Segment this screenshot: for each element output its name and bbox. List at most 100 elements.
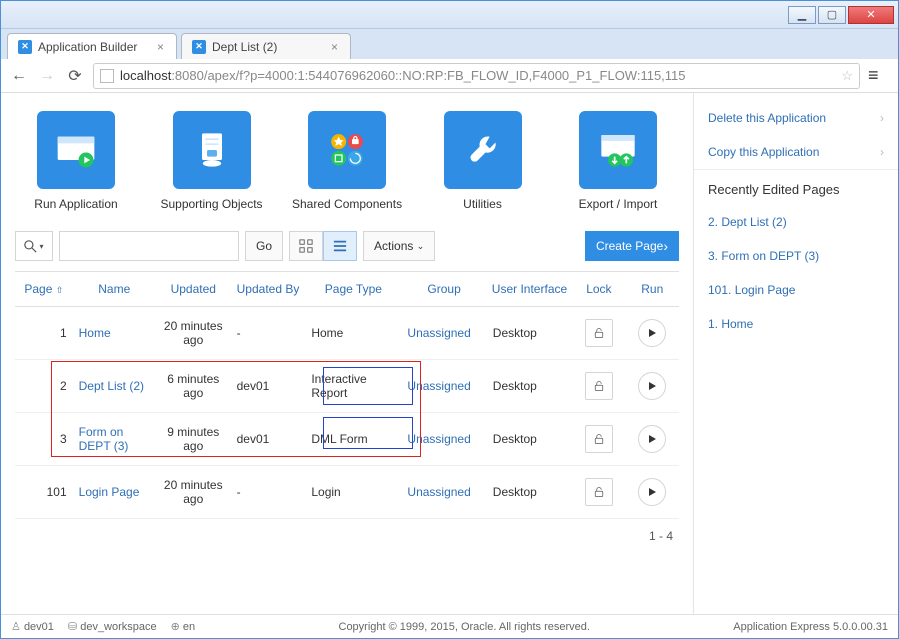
url-input[interactable]: localhost:8080/apex/f?p=4000:1:544076962… bbox=[93, 63, 860, 89]
cell-lock bbox=[572, 466, 625, 519]
run-page-button[interactable] bbox=[638, 478, 666, 506]
cell-updated-by: - bbox=[231, 307, 306, 360]
view-report-button[interactable] bbox=[323, 231, 357, 261]
cell-ui: Desktop bbox=[487, 466, 572, 519]
tile-label: Export / Import bbox=[563, 197, 673, 211]
footer-copyright: Copyright © 1999, 2015, Oracle. All righ… bbox=[339, 621, 590, 633]
lock-button[interactable] bbox=[585, 425, 613, 453]
cell-page: 2 bbox=[15, 360, 73, 413]
view-toggle bbox=[289, 231, 357, 261]
search-input[interactable] bbox=[59, 231, 239, 261]
lock-button[interactable] bbox=[585, 319, 613, 347]
tile-run-application[interactable]: Run Application bbox=[21, 111, 131, 211]
tab-close-icon[interactable]: × bbox=[329, 40, 340, 54]
side-recent-item[interactable]: 3. Form on DEPT (3) bbox=[694, 239, 898, 273]
lock-button[interactable] bbox=[585, 372, 613, 400]
page-toolbar: ▾ Go Actions ⌄ Create Page bbox=[15, 231, 679, 261]
search-icon bbox=[24, 240, 37, 253]
side-panel: Delete this Application› Copy this Appli… bbox=[693, 93, 898, 614]
col-user-interface[interactable]: User Interface bbox=[487, 272, 572, 307]
nav-forward-button[interactable]: → bbox=[37, 66, 57, 86]
tab-favicon: ✕ bbox=[192, 40, 206, 54]
tile-label: Shared Components bbox=[292, 197, 402, 211]
col-group[interactable]: Group bbox=[401, 272, 486, 307]
window-minimize-button[interactable]: ▁ bbox=[788, 6, 816, 24]
view-icons-button[interactable] bbox=[289, 231, 323, 261]
run-page-button[interactable] bbox=[638, 372, 666, 400]
page-icon bbox=[100, 69, 114, 83]
tile-utilities[interactable]: Utilities bbox=[428, 111, 538, 211]
tile-supporting-objects[interactable]: Supporting Objects bbox=[157, 111, 267, 211]
utilities-icon bbox=[458, 125, 508, 175]
col-page[interactable]: Page ⇧ bbox=[15, 272, 73, 307]
side-recent-header: Recently Edited Pages bbox=[694, 169, 898, 205]
user-icon: ♙ bbox=[11, 621, 21, 633]
cell-group-link[interactable]: Unassigned bbox=[401, 466, 486, 519]
cell-updated: 20 minutes ago bbox=[156, 307, 231, 360]
cell-name-link[interactable]: Home bbox=[73, 307, 156, 360]
cell-name-link[interactable]: Dept List (2) bbox=[73, 360, 156, 413]
col-page-type[interactable]: Page Type bbox=[305, 272, 401, 307]
cell-name-link[interactable]: Login Page bbox=[73, 466, 156, 519]
play-icon bbox=[647, 328, 657, 338]
page-content: Run Application Supporting Objects bbox=[1, 93, 898, 614]
cell-lock bbox=[572, 307, 625, 360]
cell-name-link[interactable]: Form on DEPT (3) bbox=[73, 413, 156, 466]
tile-shared-components[interactable]: Shared Components bbox=[292, 111, 402, 211]
play-icon bbox=[647, 487, 657, 497]
footer-workspace: ⛁ dev_workspace bbox=[68, 620, 157, 633]
lock-button[interactable] bbox=[585, 478, 613, 506]
cell-page-type: Home bbox=[305, 307, 401, 360]
actions-menu-button[interactable]: Actions ⌄ bbox=[363, 231, 435, 261]
side-recent-item[interactable]: 2. Dept List (2) bbox=[694, 205, 898, 239]
supporting-objects-icon bbox=[187, 125, 237, 175]
browser-menu-button[interactable]: ≡ bbox=[868, 65, 890, 86]
tile-label: Run Application bbox=[21, 197, 131, 211]
browser-tab-active[interactable]: ✕ Application Builder × bbox=[7, 33, 177, 59]
sort-asc-icon: ⇧ bbox=[56, 285, 64, 295]
run-page-button[interactable] bbox=[638, 425, 666, 453]
side-copy-app[interactable]: Copy this Application› bbox=[694, 135, 898, 169]
main-panel: Run Application Supporting Objects bbox=[1, 93, 693, 614]
table-row: 101Login Page20 minutes ago-LoginUnassig… bbox=[15, 466, 679, 519]
cell-group-link[interactable]: Unassigned bbox=[401, 360, 486, 413]
chevron-right-icon: › bbox=[880, 145, 884, 159]
window-close-button[interactable]: ✕ bbox=[848, 6, 894, 24]
window-maximize-button[interactable]: ▢ bbox=[818, 6, 846, 24]
cell-group-link[interactable]: Unassigned bbox=[401, 307, 486, 360]
browser-urlbar: ← → ⟳ localhost:8080/apex/f?p=4000:1:544… bbox=[1, 59, 898, 93]
tile-label: Supporting Objects bbox=[157, 197, 267, 211]
list-icon bbox=[333, 239, 347, 253]
footer-bar: ♙ dev01 ⛁ dev_workspace ⊕ en Copyright ©… bbox=[1, 614, 898, 638]
browser-window: ▁ ▢ ✕ ✕ Application Builder × ✕ Dept Lis… bbox=[0, 0, 899, 639]
side-recent-item[interactable]: 1. Home bbox=[694, 307, 898, 341]
footer-version: Application Express 5.0.0.00.31 bbox=[733, 621, 888, 633]
browser-tab-inactive[interactable]: ✕ Dept List (2) × bbox=[181, 33, 351, 59]
nav-reload-button[interactable]: ⟳ bbox=[65, 66, 85, 86]
tab-favicon: ✕ bbox=[18, 40, 32, 54]
unlock-icon bbox=[593, 433, 605, 445]
bookmark-star-icon[interactable]: ☆ bbox=[841, 68, 853, 84]
side-recent-item[interactable]: 101. Login Page bbox=[694, 273, 898, 307]
table-row: 1Home20 minutes ago-HomeUnassignedDeskto… bbox=[15, 307, 679, 360]
pages-table-wrapper: Page ⇧ Name Updated Updated By Page Type… bbox=[15, 271, 679, 519]
cell-group-link[interactable]: Unassigned bbox=[401, 413, 486, 466]
action-tiles: Run Application Supporting Objects bbox=[15, 111, 679, 225]
col-lock[interactable]: Lock bbox=[572, 272, 625, 307]
col-name[interactable]: Name bbox=[73, 272, 156, 307]
tab-close-icon[interactable]: × bbox=[155, 40, 166, 54]
side-delete-app[interactable]: Delete this Application› bbox=[694, 101, 898, 135]
unlock-icon bbox=[593, 486, 605, 498]
run-page-button[interactable] bbox=[638, 319, 666, 347]
tile-export-import[interactable]: Export / Import bbox=[563, 111, 673, 211]
create-page-button[interactable]: Create Page bbox=[585, 231, 679, 261]
cell-updated: 6 minutes ago bbox=[156, 360, 231, 413]
cell-updated-by: - bbox=[231, 466, 306, 519]
unlock-icon bbox=[593, 380, 605, 392]
col-run[interactable]: Run bbox=[626, 272, 679, 307]
go-button[interactable]: Go bbox=[245, 231, 283, 261]
nav-back-button[interactable]: ← bbox=[9, 66, 29, 86]
col-updated[interactable]: Updated bbox=[156, 272, 231, 307]
col-updated-by[interactable]: Updated By bbox=[231, 272, 306, 307]
search-dropdown-button[interactable]: ▾ bbox=[15, 231, 53, 261]
